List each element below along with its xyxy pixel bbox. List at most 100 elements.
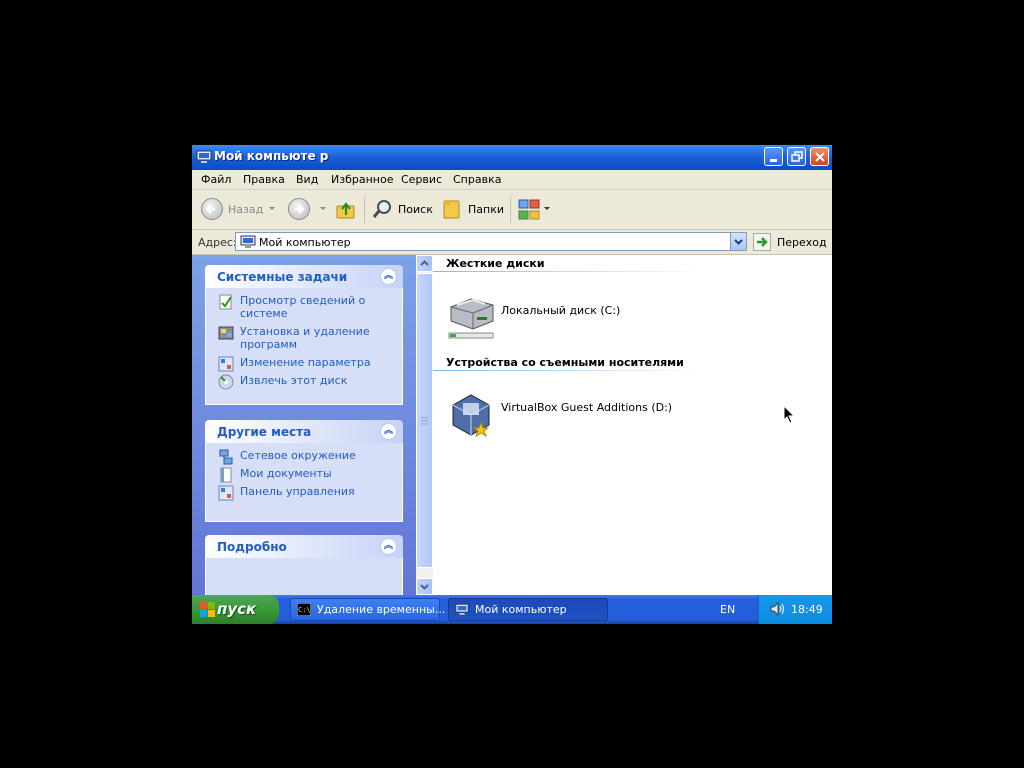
network-icon — [219, 449, 233, 465]
my-computer-icon — [455, 603, 469, 615]
place-label: Мои документы — [240, 467, 332, 480]
menu-view[interactable]: Вид — [296, 173, 318, 186]
add-remove-programs-icon — [218, 326, 234, 340]
task-label: Просмотр сведений о системе — [240, 294, 366, 320]
hard-drive-icon — [448, 298, 494, 339]
close-icon — [815, 152, 825, 162]
collapse-chevron-icon[interactable]: ︽ — [380, 423, 397, 440]
back-button[interactable] — [201, 198, 223, 220]
other-places-title: Другие места — [217, 425, 312, 439]
go-button[interactable] — [753, 233, 771, 251]
task-eject-disc[interactable]: Извлечь этот диск — [218, 374, 396, 390]
virtualbox-cd-icon — [452, 394, 490, 437]
taskbar-button-label: Мой компьютер — [475, 603, 567, 616]
chevron-down-icon — [420, 584, 429, 590]
clock: 18:49 — [791, 603, 823, 616]
scroll-up-button[interactable] — [416, 255, 433, 272]
menu-edit[interactable]: Правка — [243, 173, 285, 186]
removable-group-title: Устройства со съемными носителями — [446, 356, 684, 369]
control-panel-icon — [218, 485, 234, 501]
system-tasks-title: Системные задачи — [217, 270, 348, 284]
hard-drives-group-title: Жесткие диски — [446, 257, 545, 270]
group-divider — [433, 271, 703, 272]
drive-label: VirtualBox Guest Additions (D:) — [501, 401, 673, 414]
documents-icon — [220, 467, 232, 483]
system-tray: 18:49 — [758, 595, 832, 624]
views-icon[interactable] — [518, 199, 540, 221]
control-panel-icon — [218, 356, 234, 372]
cmd-icon: C:\ — [297, 603, 311, 616]
my-computer-icon — [240, 235, 256, 248]
scroll-down-button[interactable] — [416, 578, 433, 595]
go-arrow-icon — [757, 237, 768, 247]
folders-icon[interactable] — [442, 198, 462, 220]
my-computer-icon — [196, 150, 212, 163]
back-label: Назад — [228, 203, 264, 216]
views-dropdown-icon[interactable] — [544, 207, 550, 210]
task-pane: Системные задачи ︽ Просмотр сведений о с… — [192, 255, 416, 598]
address-input[interactable]: Мой компьютер — [235, 232, 747, 251]
back-dropdown-icon[interactable] — [269, 207, 275, 210]
search-icon[interactable] — [372, 198, 394, 220]
task-add-remove-programs[interactable]: Установка и удаление программ — [218, 325, 396, 351]
folders-label[interactable]: Папки — [468, 203, 504, 216]
explorer-screen: Мой компьюте р Файл Правка Вид Избранное… — [192, 145, 832, 624]
content-pane: Жесткие диски Локальный диск (C:) Устрой… — [433, 255, 832, 595]
place-network[interactable]: Сетевое окружение — [218, 449, 396, 465]
task-label: Изменение параметра — [240, 356, 371, 369]
grip-icon — [421, 417, 428, 425]
address-label: Адрес: — [198, 236, 237, 249]
volume-icon[interactable] — [769, 601, 785, 617]
menu-favorites[interactable]: Избранное — [331, 173, 393, 186]
svg-text:C:\: C:\ — [298, 606, 311, 614]
task-pane-scrollbar[interactable] — [416, 255, 433, 595]
menu-file[interactable]: Файл — [201, 173, 231, 186]
details-title: Подробно — [217, 540, 287, 554]
place-control-panel[interactable]: Панель управления — [218, 485, 396, 501]
place-my-documents[interactable]: Мои документы — [218, 467, 396, 483]
taskbar-button-label: Удаление временны... — [317, 603, 446, 616]
eject-disc-icon — [218, 374, 234, 390]
chevron-up-icon — [420, 260, 429, 266]
forward-dropdown-icon[interactable] — [320, 207, 326, 210]
place-label: Сетевое окружение — [240, 449, 356, 462]
restore-button[interactable] — [787, 147, 806, 166]
other-places-body: Сетевое окружение Мои документы Панель у… — [205, 443, 403, 522]
mouse-cursor-icon — [783, 405, 796, 424]
start-button[interactable]: пуск — [192, 595, 279, 624]
system-tasks-header[interactable]: Системные задачи ︽ — [205, 265, 403, 288]
place-label: Панель управления — [240, 485, 355, 498]
minimize-button[interactable] — [764, 147, 783, 166]
start-label: пуск — [217, 600, 257, 618]
drive-d[interactable]: VirtualBox Guest Additions (D:) — [447, 391, 707, 437]
task-change-setting[interactable]: Изменение параметра — [218, 356, 396, 372]
taskbar-button-cmd[interactable]: C:\ Удаление временны... — [290, 598, 445, 621]
address-value: Мой компьютер — [259, 236, 351, 249]
system-tasks-panel: Системные задачи ︽ Просмотр сведений о с… — [205, 265, 403, 405]
forward-button[interactable] — [288, 198, 310, 220]
drive-label: Локальный диск (C:) — [501, 304, 621, 317]
drive-c[interactable]: Локальный диск (C:) — [447, 293, 647, 339]
menu-tools[interactable]: Сервис — [401, 173, 442, 186]
up-folder-icon[interactable] — [335, 199, 357, 221]
address-dropdown-button[interactable] — [730, 232, 747, 251]
toolbar-separator — [510, 197, 511, 223]
details-header[interactable]: Подробно ︽ — [205, 535, 403, 558]
windows-logo-icon — [200, 602, 215, 617]
toolbar-separator — [364, 197, 365, 223]
close-button[interactable] — [810, 147, 829, 166]
go-label[interactable]: Переход — [777, 236, 827, 249]
collapse-chevron-icon[interactable]: ︽ — [380, 268, 397, 285]
other-places-header[interactable]: Другие места ︽ — [205, 420, 403, 443]
search-label[interactable]: Поиск — [398, 203, 433, 216]
forward-arrow-icon — [295, 204, 305, 214]
system-tasks-body: Просмотр сведений о системе Установка и … — [205, 288, 403, 405]
taskbar-button-my-computer[interactable]: Мой компьютер — [448, 598, 608, 621]
task-view-system-info[interactable]: Просмотр сведений о системе — [218, 294, 396, 320]
collapse-chevron-icon[interactable]: ︽ — [380, 538, 397, 555]
scroll-thumb[interactable] — [416, 273, 433, 568]
language-indicator[interactable]: EN — [720, 603, 735, 616]
details-panel: Подробно ︽ — [205, 535, 403, 598]
title-bar[interactable]: Мой компьюте р — [192, 145, 832, 170]
menu-help[interactable]: Справка — [453, 173, 501, 186]
